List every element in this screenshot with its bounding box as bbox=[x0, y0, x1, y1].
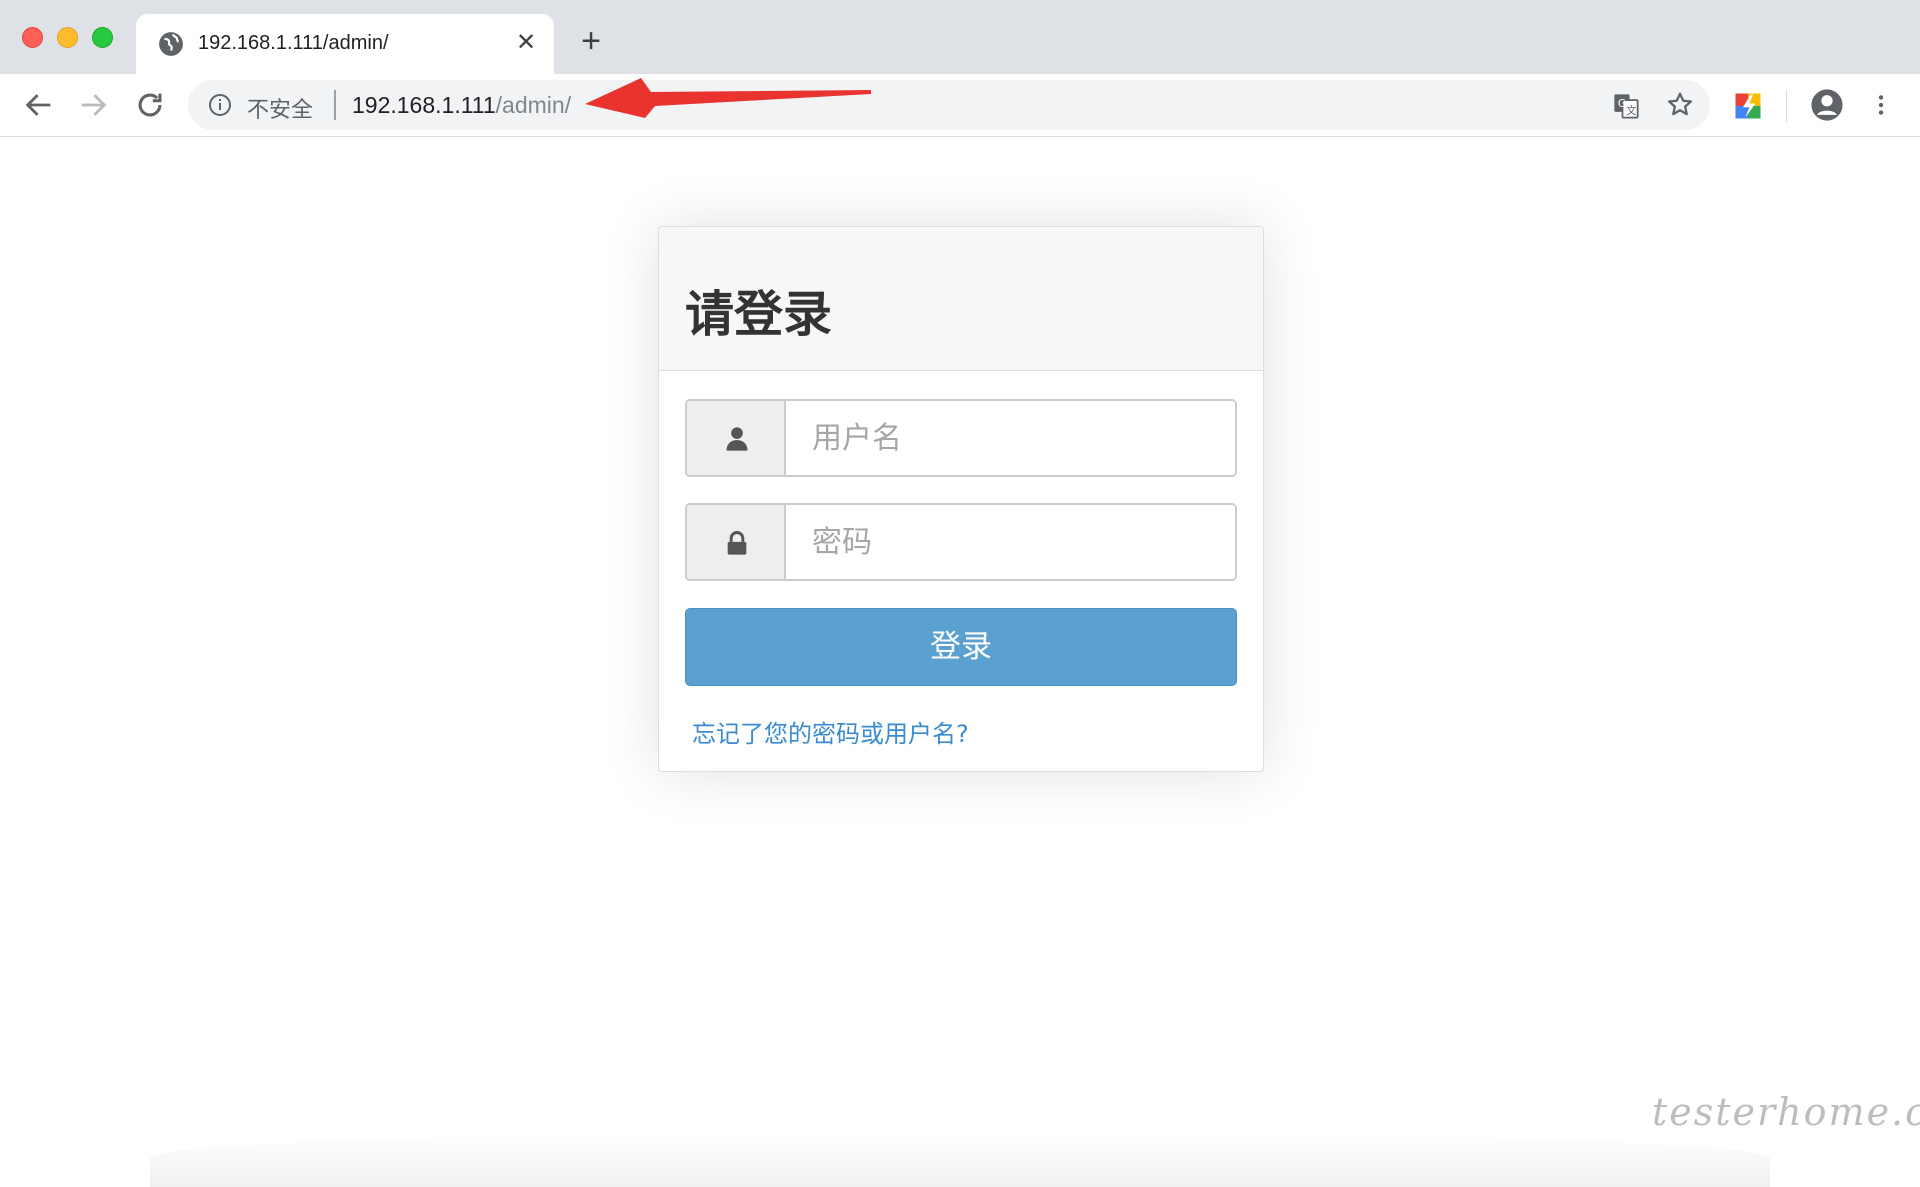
tab-title: 192.168.1.111/admin/ bbox=[198, 32, 389, 54]
password-input[interactable] bbox=[786, 505, 1235, 579]
reload-icon[interactable] bbox=[133, 88, 167, 122]
window-close-button[interactable] bbox=[22, 27, 43, 48]
forward-icon[interactable] bbox=[76, 88, 110, 122]
url-text[interactable]: 192.168.1.111/admin/ bbox=[352, 92, 571, 119]
url-host: 192.168.1.111 bbox=[352, 92, 496, 118]
menu-icon[interactable] bbox=[1868, 90, 1894, 120]
browser-titlebar: 192.168.1.111/admin/ ✕ + bbox=[0, 0, 1920, 76]
window-minimize-button[interactable] bbox=[57, 27, 78, 48]
security-status-label[interactable]: 不安全 bbox=[247, 92, 313, 124]
username-input[interactable] bbox=[786, 401, 1235, 475]
login-panel: 请登录 登录 忘记了您的密码或用户名? bbox=[658, 226, 1264, 772]
user-icon bbox=[726, 427, 748, 451]
extension-icon[interactable] bbox=[1733, 91, 1763, 121]
toolbar-divider bbox=[1786, 90, 1787, 122]
window-zoom-button[interactable] bbox=[92, 27, 113, 48]
address-bar[interactable]: 不安全 192.168.1.111/admin/ G 文 bbox=[188, 80, 1710, 130]
url-path: /admin/ bbox=[495, 92, 572, 118]
bottom-shadow bbox=[150, 1130, 1770, 1187]
lock-icon bbox=[727, 531, 747, 555]
page-title: 请登录 bbox=[685, 286, 833, 343]
username-input-group bbox=[685, 399, 1237, 477]
browser-tab-active[interactable]: 192.168.1.111/admin/ ✕ bbox=[136, 14, 554, 76]
password-addon bbox=[687, 505, 786, 579]
svg-text:文: 文 bbox=[1626, 104, 1637, 117]
annotation-arrow-icon bbox=[585, 78, 871, 118]
bookmark-star-icon[interactable] bbox=[1665, 90, 1695, 120]
profile-icon[interactable] bbox=[1810, 88, 1844, 122]
watermark: testerhome.com bbox=[1652, 1090, 1920, 1134]
tab-close-icon[interactable]: ✕ bbox=[512, 29, 540, 57]
back-icon[interactable] bbox=[22, 88, 56, 122]
globe-icon bbox=[159, 32, 183, 56]
svg-text:G: G bbox=[1618, 98, 1626, 110]
info-icon[interactable] bbox=[208, 93, 232, 117]
username-addon bbox=[687, 401, 786, 475]
new-tab-button[interactable]: + bbox=[574, 24, 608, 60]
translate-icon[interactable]: G 文 bbox=[1612, 92, 1640, 120]
login-panel-heading: 请登录 bbox=[659, 227, 1263, 371]
browser-toolbar: 不安全 192.168.1.111/admin/ G 文 bbox=[0, 74, 1920, 137]
url-separator bbox=[334, 90, 336, 120]
password-input-group bbox=[685, 503, 1237, 581]
login-button[interactable]: 登录 bbox=[685, 608, 1237, 686]
forgot-password-link[interactable]: 忘记了您的密码或用户名? bbox=[692, 714, 969, 749]
